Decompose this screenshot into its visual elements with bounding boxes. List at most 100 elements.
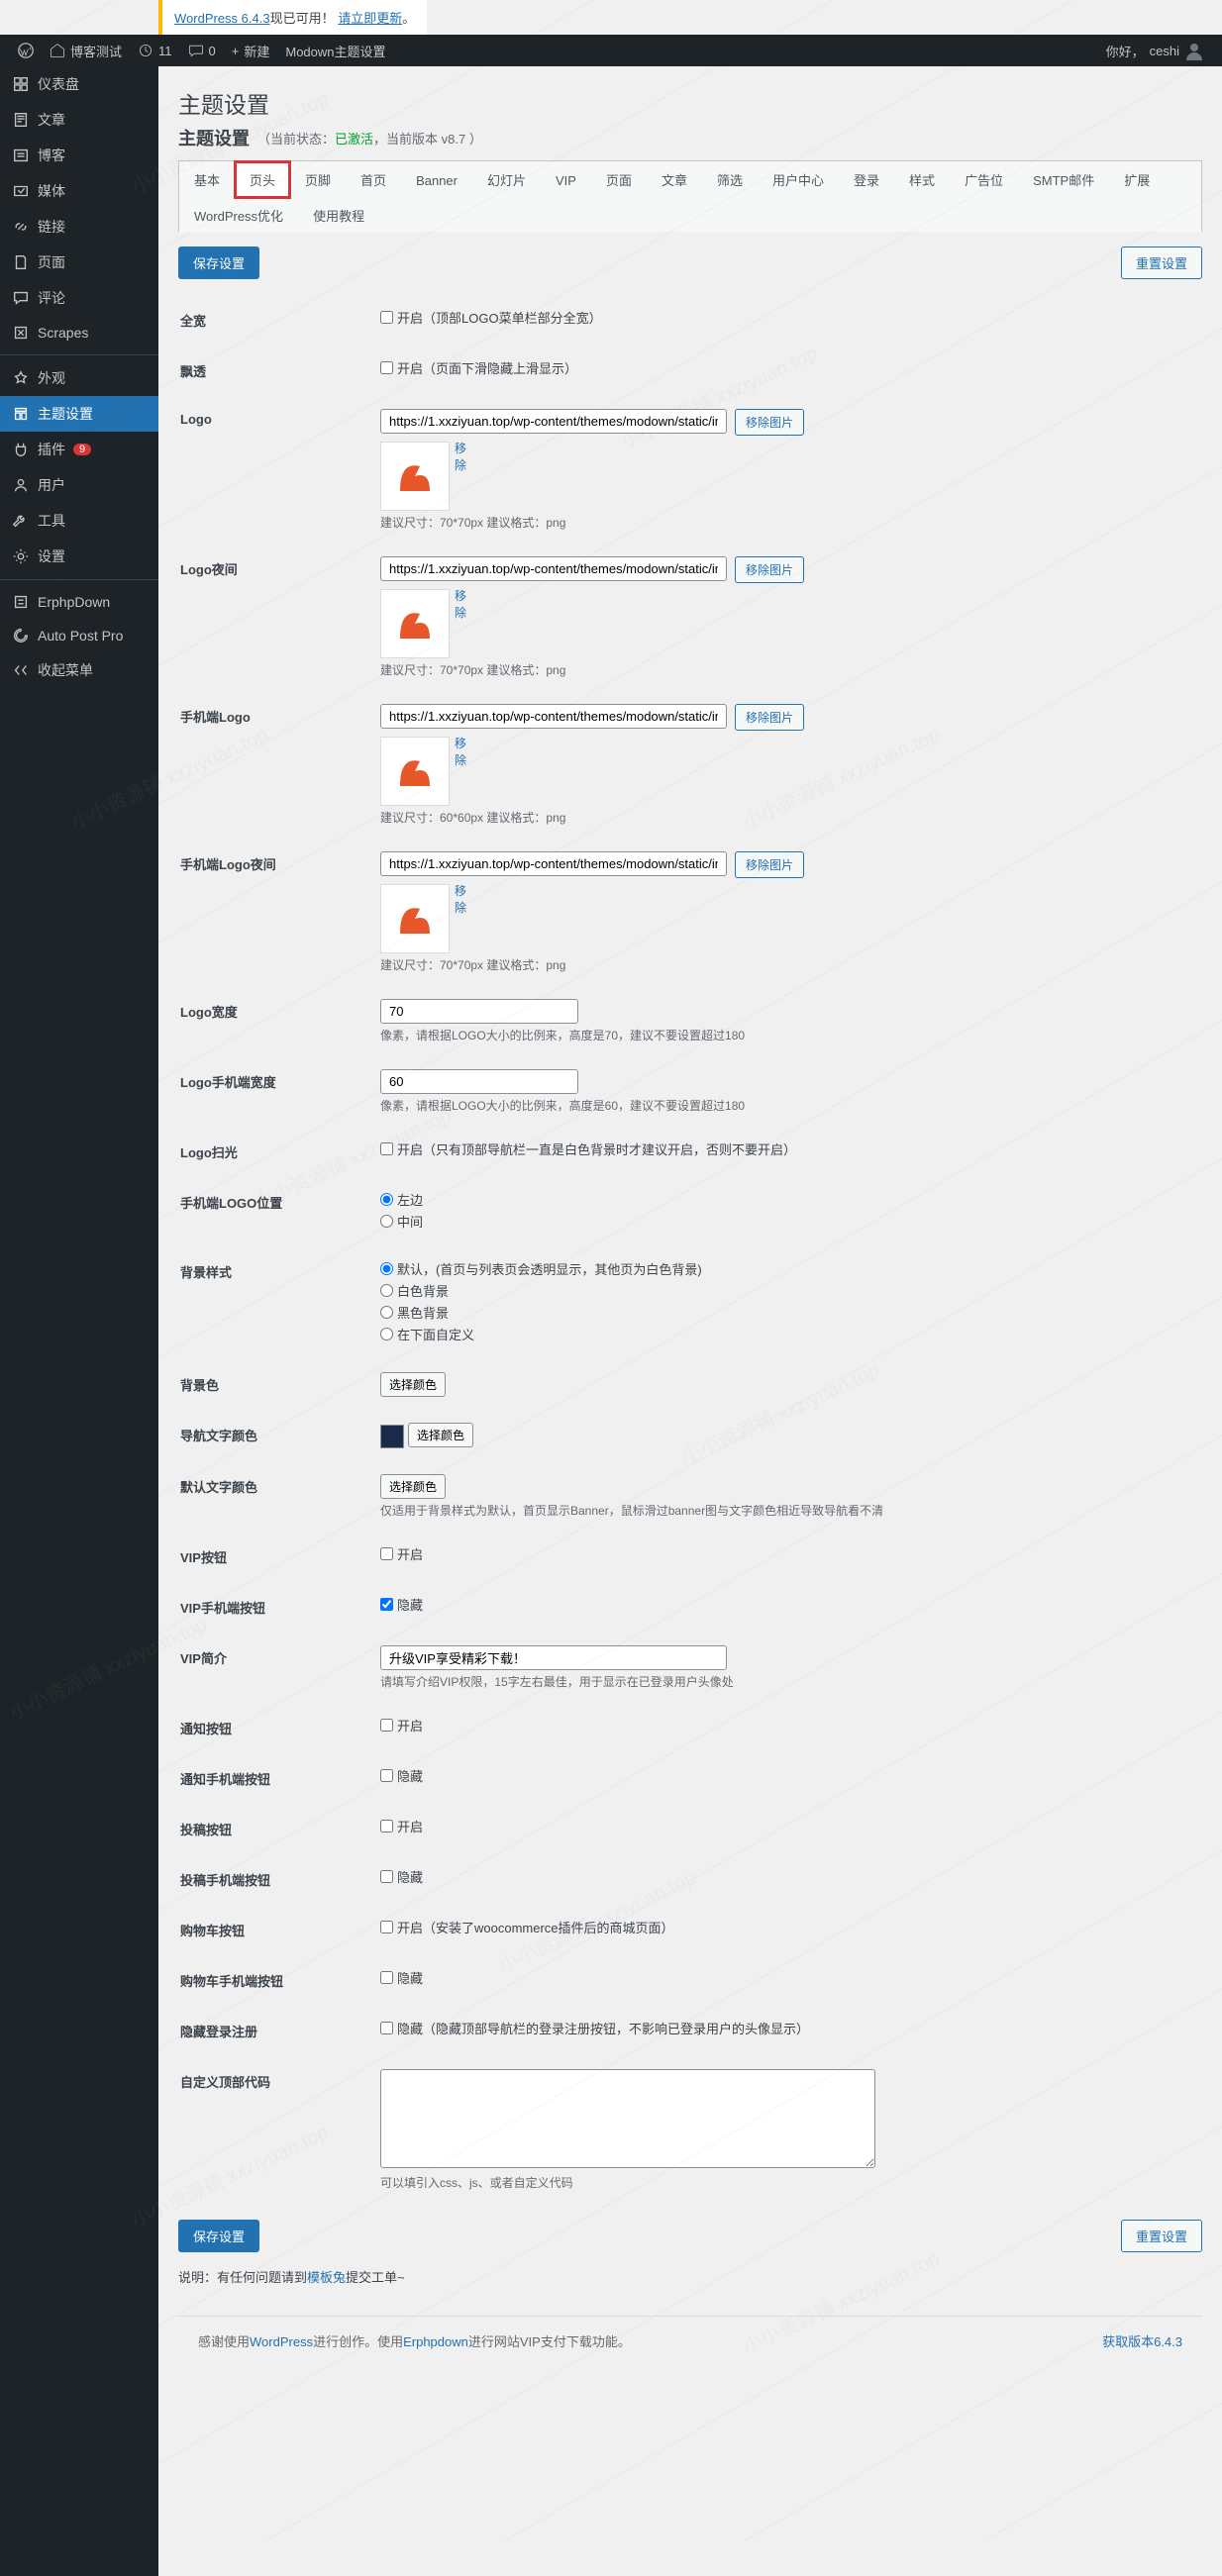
comments-count[interactable]: 0 — [180, 43, 224, 58]
submit-mobile-label: 投稿手机端按钮 — [180, 1855, 378, 1904]
bg-color-picker[interactable]: 选择颜色 — [380, 1372, 446, 1397]
logo-mobile-url-input[interactable] — [380, 704, 727, 729]
logo-remove-link[interactable]: 移除 — [455, 440, 466, 473]
updates-count[interactable]: 11 — [130, 43, 180, 58]
logo-mobile-night-hint: 建议尺寸：70*70px 建议格式：png — [380, 956, 1200, 973]
logo-width-input[interactable] — [380, 999, 578, 1024]
cart-mobile-checkbox[interactable]: 隐藏 — [380, 1968, 1200, 1987]
wp-version-link[interactable]: WordPress 6.4.3 — [174, 11, 270, 26]
sidebar-item-8[interactable]: 外观 — [0, 360, 158, 396]
tab-13[interactable]: 广告位 — [950, 161, 1018, 197]
float-label: 飘透 — [180, 347, 378, 395]
sidebar-item-5[interactable]: 页面 — [0, 245, 158, 280]
wp-logo[interactable] — [10, 43, 42, 58]
float-checkbox[interactable]: 开启（页面下滑隐藏上滑显示） — [380, 358, 1200, 377]
nav-color-swatch — [380, 1425, 404, 1448]
sidebar-item-3[interactable]: 媒体 — [0, 173, 158, 209]
notice-mobile-checkbox[interactable]: 隐藏 — [380, 1766, 1200, 1785]
sidebar-item-14[interactable]: ErphpDown — [0, 585, 158, 619]
tab-12[interactable]: 样式 — [894, 161, 950, 197]
tab-6[interactable]: VIP — [541, 164, 591, 196]
bg-color-label: 背景色 — [180, 1360, 378, 1409]
submit-btn-checkbox[interactable]: 开启 — [380, 1817, 1200, 1835]
vip-mobile-btn-checkbox[interactable]: 隐藏 — [380, 1595, 1200, 1614]
bg-style-radio-3[interactable]: 在下面自定义 — [380, 1325, 1200, 1343]
logo-mobile-remove-link[interactable]: 移除 — [455, 735, 466, 768]
sidebar-item-13[interactable]: 设置 — [0, 539, 158, 574]
hide-login-checkbox[interactable]: 隐藏（隐藏顶部导航栏的登录注册按钮，不影响已登录用户的头像显示） — [380, 2019, 1200, 2037]
sidebar-item-7[interactable]: Scrapes — [0, 316, 158, 349]
tab-17[interactable]: 使用教程 — [298, 197, 379, 233]
tab-9[interactable]: 筛选 — [702, 161, 758, 197]
tab-8[interactable]: 文章 — [647, 161, 702, 197]
bg-style-radio-2[interactable]: 黑色背景 — [380, 1303, 1200, 1322]
sidebar-item-2[interactable]: 博客 — [0, 138, 158, 173]
tab-3[interactable]: 首页 — [346, 161, 401, 197]
save-button-top[interactable]: 保存设置 — [178, 247, 259, 279]
erphpdown-link[interactable]: Erphpdown — [403, 2334, 468, 2349]
vip-intro-input[interactable] — [380, 1645, 727, 1670]
support-link[interactable]: 模板兔 — [307, 2270, 346, 2285]
logo-pos-radio-0[interactable]: 左边 — [380, 1190, 1200, 1209]
vip-btn-checkbox[interactable]: 开启 — [380, 1544, 1200, 1563]
bg-style-radio-1[interactable]: 白色背景 — [380, 1281, 1200, 1300]
tab-2[interactable]: 页脚 — [290, 161, 346, 197]
custom-header-textarea[interactable] — [380, 2069, 875, 2168]
tab-0[interactable]: 基本 — [179, 161, 235, 197]
logo-mobile-night-url-input[interactable] — [380, 851, 727, 876]
bg-style-label: 背景样式 — [180, 1247, 378, 1358]
sidebar-item-10[interactable]: 插件9 — [0, 432, 158, 467]
logo-width-hint: 像素，请根据LOGO大小的比例来，高度是70，建议不要设置超过180 — [380, 1027, 1200, 1043]
logo-mobile-night-remove-img-button[interactable]: 移除图片 — [735, 851, 804, 878]
save-button-bottom[interactable]: 保存设置 — [178, 2220, 259, 2252]
new-content[interactable]: + 新建 — [224, 42, 278, 60]
reset-button-bottom[interactable]: 重置设置 — [1121, 2220, 1202, 2252]
bg-style-radio-0[interactable]: 默认，(首页与列表页会透明显示，其他页为白色背景) — [380, 1259, 1200, 1278]
theme-settings-link[interactable]: Modown主题设置 — [277, 42, 393, 60]
sidebar-item-16[interactable]: 收起菜单 — [0, 652, 158, 688]
logo-width-mobile-input[interactable] — [380, 1069, 578, 1094]
logo-night-remove-link[interactable]: 移除 — [455, 587, 466, 621]
submit-mobile-checkbox[interactable]: 隐藏 — [380, 1867, 1200, 1886]
version-link[interactable]: 获取版本6.4.3 — [1102, 2331, 1182, 2350]
update-now-link[interactable]: 请立即更新 — [338, 11, 402, 26]
sidebar-item-9[interactable]: 主题设置 — [0, 396, 158, 432]
logo-mobile-remove-img-button[interactable]: 移除图片 — [735, 704, 804, 731]
tab-15[interactable]: 扩展 — [1109, 161, 1165, 197]
fullwidth-checkbox[interactable]: 开启（顶部LOGO菜单栏部分全宽） — [380, 308, 1200, 327]
sidebar-item-12[interactable]: 工具 — [0, 503, 158, 539]
sidebar-item-11[interactable]: 用户 — [0, 467, 158, 503]
logo-night-url-input[interactable] — [380, 556, 727, 581]
logo-night-remove-img-button[interactable]: 移除图片 — [735, 556, 804, 583]
logo-url-input[interactable] — [380, 409, 727, 434]
site-name[interactable]: 博客测试 — [42, 42, 130, 60]
tab-7[interactable]: 页面 — [591, 161, 647, 197]
tab-14[interactable]: SMTP邮件 — [1018, 161, 1109, 197]
hide-login-label: 隐藏登录注册 — [180, 2007, 378, 2055]
logo-remove-img-button[interactable]: 移除图片 — [735, 409, 804, 436]
tab-16[interactable]: WordPress优化 — [179, 197, 298, 233]
logo-glow-checkbox[interactable]: 开启（只有顶部导航栏一直是白色背景时才建议开启，否则不要开启） — [380, 1139, 1200, 1158]
notice-btn-checkbox[interactable]: 开启 — [380, 1716, 1200, 1734]
sidebar-item-1[interactable]: 文章 — [0, 102, 158, 138]
tab-5[interactable]: 幻灯片 — [472, 161, 541, 197]
nav-color-label: 导航文字颜色 — [180, 1411, 378, 1460]
tab-1[interactable]: 页头 — [235, 161, 290, 198]
wordpress-link[interactable]: WordPress — [250, 2334, 313, 2349]
sidebar-item-0[interactable]: 仪表盘 — [0, 66, 158, 102]
admin-footer: 感谢使用WordPress进行创作。使用Erphpdown进行网站VIP支付下载… — [178, 2316, 1202, 2365]
reset-button-top[interactable]: 重置设置 — [1121, 247, 1202, 279]
tab-10[interactable]: 用户中心 — [758, 161, 839, 197]
logo-width-mobile-label: Logo手机端宽度 — [180, 1057, 378, 1126]
logo-pos-radio-1[interactable]: 中间 — [380, 1212, 1200, 1231]
sidebar-item-15[interactable]: Auto Post Pro — [0, 619, 158, 652]
default-color-picker[interactable]: 选择颜色 — [380, 1474, 446, 1499]
sidebar-item-6[interactable]: 评论 — [0, 280, 158, 316]
user-greeting[interactable]: 你好，ceshi — [1098, 41, 1212, 60]
cart-btn-checkbox[interactable]: 开启（安装了woocommerce插件后的商城页面） — [380, 1918, 1200, 1936]
sidebar-item-4[interactable]: 链接 — [0, 209, 158, 245]
tab-4[interactable]: Banner — [401, 164, 472, 196]
logo-mobile-night-remove-link[interactable]: 移除 — [455, 882, 466, 916]
tab-11[interactable]: 登录 — [839, 161, 894, 197]
nav-color-picker[interactable]: 选择颜色 — [408, 1423, 473, 1447]
